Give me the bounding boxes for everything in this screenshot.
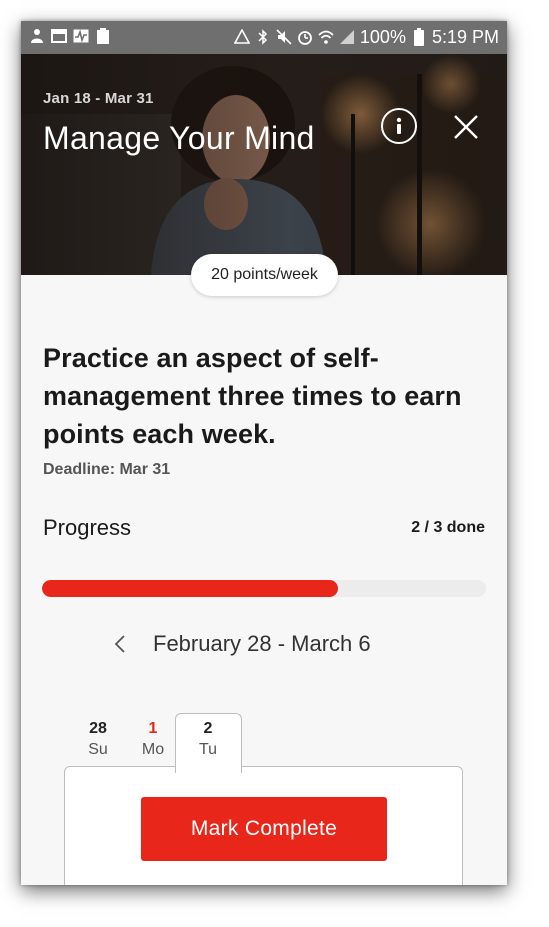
progress-bar-fill: [42, 580, 338, 597]
points-badge: 20 points/week: [191, 254, 338, 296]
mark-complete-button[interactable]: Mark Complete: [141, 797, 387, 861]
hero-header: Jan 18 - Mar 31 Manage Your Mind: [21, 54, 507, 275]
app-screen: 100% 5:19 PM Jan 18 - Mar 31 Manage Your…: [21, 21, 507, 885]
day-sunday[interactable]: 28 Su: [67, 719, 129, 761]
close-button[interactable]: [453, 114, 479, 140]
challenge-date-range: Jan 18 - Mar 31: [43, 90, 154, 107]
status-notification-icons: [29, 28, 111, 44]
calendar-icon: [51, 28, 67, 44]
day-name: Tu: [198, 741, 218, 758]
status-system-icons: 100% 5:19 PM: [233, 25, 499, 49]
alarm-icon: [297, 29, 313, 45]
info-button[interactable]: [381, 108, 417, 144]
day-number: 28: [89, 720, 107, 737]
chevron-left-icon: [115, 635, 125, 653]
info-icon: [396, 117, 402, 134]
activity-icon: [73, 28, 89, 44]
status-time: 5:19 PM: [431, 27, 499, 47]
deadline-text: Deadline: Mar 31: [43, 461, 171, 478]
progress-bar: [42, 580, 486, 597]
signal-icon: [339, 29, 355, 45]
previous-week-button[interactable]: [109, 629, 131, 659]
progress-label: Progress: [43, 515, 132, 540]
progress-count: 2 / 3 done: [411, 519, 485, 536]
battery-100-icon: [95, 28, 111, 44]
battery-percent: 100%: [359, 27, 406, 47]
mute-icon: [276, 29, 292, 45]
status-bar: 100% 5:19 PM: [21, 21, 507, 54]
week-range-label: February 28 - March 6: [153, 631, 371, 656]
challenge-title: Manage Your Mind: [43, 120, 315, 156]
challenge-description: Practice an aspect of self-management th…: [43, 343, 462, 449]
day-number: 2: [203, 720, 213, 737]
app-notification-icon: [29, 28, 45, 44]
day-name: Su: [88, 741, 108, 758]
hero-photo: [21, 54, 507, 275]
bluetooth-icon: [255, 29, 271, 45]
day-tuesday[interactable]: 2 Tu: [177, 719, 239, 761]
android-icon: [233, 29, 250, 45]
battery-icon: [411, 28, 427, 46]
close-icon: [454, 115, 478, 139]
wifi-icon: [318, 29, 334, 45]
week-navigator: February 28 - March 6: [109, 629, 371, 659]
